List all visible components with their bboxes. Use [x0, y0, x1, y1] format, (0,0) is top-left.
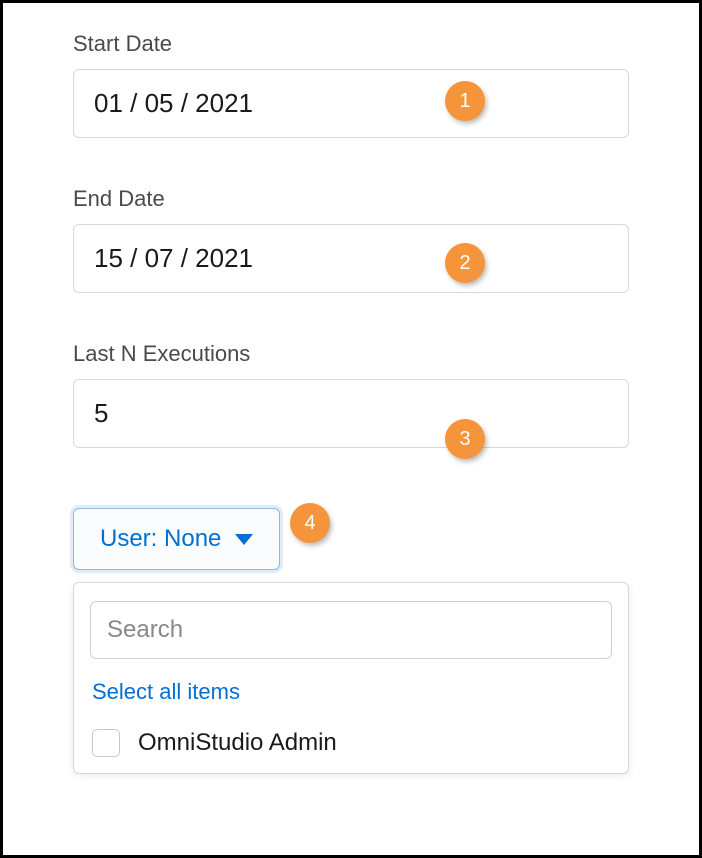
last-n-executions-input-wrapper: [73, 379, 629, 448]
end-date-input-wrapper: [73, 224, 629, 293]
chevron-down-icon: [235, 534, 253, 545]
user-picker-toggle-label: User: None: [100, 525, 221, 553]
start-date-field: Start Date: [73, 31, 629, 138]
user-option-label: OmniStudio Admin: [138, 729, 337, 757]
user-option-row[interactable]: OmniStudio Admin: [90, 723, 612, 773]
select-all-link[interactable]: Select all items: [92, 679, 612, 705]
callout-badge-3: 3: [445, 419, 485, 459]
user-picker-toggle[interactable]: User: None: [73, 508, 280, 570]
last-n-executions-label: Last N Executions: [73, 341, 629, 367]
last-n-executions-field: Last N Executions: [73, 341, 629, 448]
callout-badge-1: 1: [445, 81, 485, 121]
end-date-input[interactable]: [94, 243, 608, 274]
last-n-executions-input[interactable]: [94, 398, 608, 429]
start-date-label: Start Date: [73, 31, 629, 57]
user-picker-panel: Select all items OmniStudio Admin: [73, 582, 629, 774]
user-picker: User: None Select all items OmniStudio A…: [73, 508, 629, 774]
callout-badge-4: 4: [290, 503, 330, 543]
user-search-input[interactable]: [90, 601, 612, 659]
start-date-input[interactable]: [94, 88, 608, 119]
end-date-field: End Date: [73, 186, 629, 293]
user-option-checkbox[interactable]: [92, 729, 120, 757]
callout-badge-2: 2: [445, 243, 485, 283]
start-date-input-wrapper: [73, 69, 629, 138]
end-date-label: End Date: [73, 186, 629, 212]
